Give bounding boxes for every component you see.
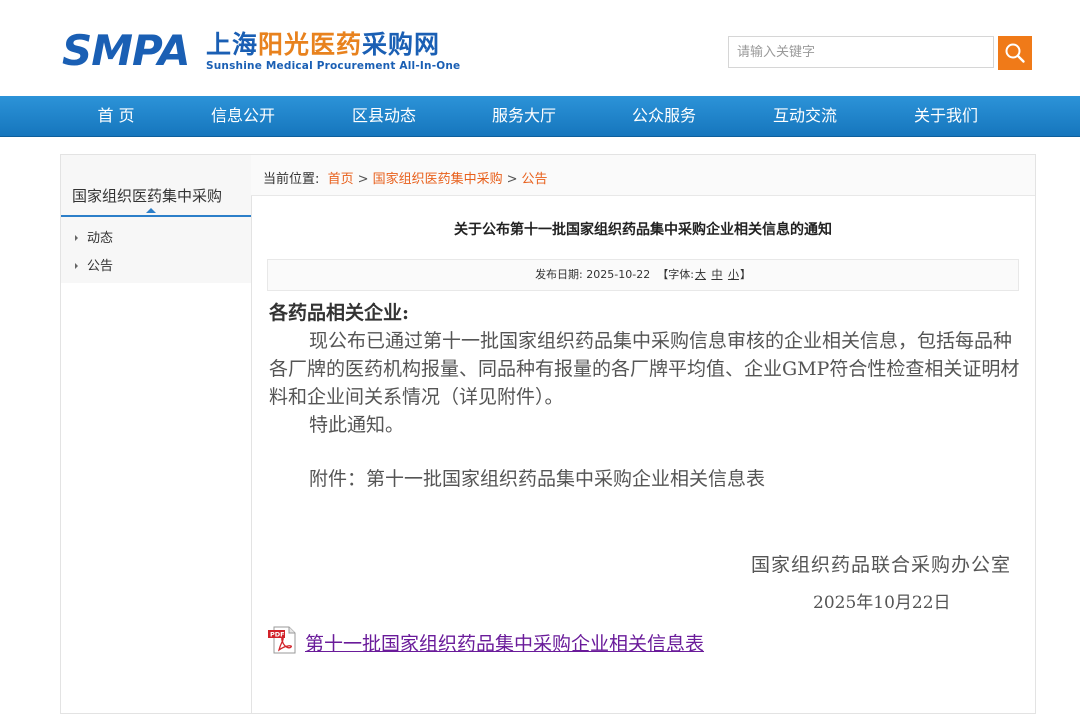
breadcrumb-prefix: 当前位置: <box>263 172 320 187</box>
breadcrumb-bar: 当前位置: 首页 > 国家组织医药集中采购 > 公告 <box>251 155 1035 196</box>
nav-item-about-us[interactable]: 关于我们 <box>891 96 1001 136</box>
sidebar-item-label: 动态 <box>87 231 114 246</box>
signature: 国家组织药品联合采购办公室 <box>750 554 1011 576</box>
pdf-file-icon: PDF <box>268 626 296 654</box>
site-logo[interactable]: SMPA 上海阳光医药采购网 Sunshine Medical Procurem… <box>62 26 482 75</box>
font-size-suffix: 】 <box>739 268 751 281</box>
logo-mark: SMPA <box>62 26 190 75</box>
nav-item-public-service[interactable]: 公众服务 <box>609 96 719 136</box>
publish-date-label: 发布日期: <box>535 268 583 281</box>
search-input[interactable] <box>728 36 994 68</box>
sidebar-header: 国家组织医药集中采购 <box>61 155 251 217</box>
logo-cn-part1: 上海 <box>206 30 259 59</box>
article-meta: 发布日期: 2025-10-22 【字体:大 中 小】 <box>267 259 1019 291</box>
attachment-note: 附件：第十一批国家组织药品集中采购企业相关信息表 <box>309 468 766 490</box>
logo-cn-part3: 采购网 <box>362 30 441 59</box>
font-size-medium-link[interactable]: 中 <box>711 268 722 281</box>
font-size-label: 【字体: <box>657 268 694 281</box>
sidebar: 国家组织医药集中采购 动态 公告 <box>61 155 252 713</box>
nav-item-info-disclosure[interactable]: 信息公开 <box>188 96 298 136</box>
logo-english-name: Sunshine Medical Procurement All-In-One <box>206 60 461 72</box>
font-size-large-link[interactable]: 大 <box>695 268 706 281</box>
publish-date: 2025-10-22 <box>586 268 651 281</box>
breadcrumb: 当前位置: 首页 > 国家组织医药集中采购 > 公告 <box>263 168 548 187</box>
sidebar-active-indicator <box>146 208 156 213</box>
main-nav: 首 页 信息公开 区县动态 服务大厅 公众服务 互动交流 关于我们 <box>0 96 1080 137</box>
sidebar-item-announcements[interactable]: 公告 <box>75 255 113 274</box>
search-icon <box>1005 43 1025 63</box>
nav-item-service-hall[interactable]: 服务大厅 <box>469 96 579 136</box>
breadcrumb-separator: > <box>506 172 518 187</box>
sidebar-item-news[interactable]: 动态 <box>75 227 113 246</box>
breadcrumb-section[interactable]: 国家组织医药集中采购 <box>373 172 503 187</box>
nav-item-interaction[interactable]: 互动交流 <box>750 96 860 136</box>
notice-line: 特此通知。 <box>309 414 405 436</box>
content-container: 国家组织医药集中采购 动态 公告 当前位置: 首页 > 国家组织医药集中采购 > 公告 … <box>60 154 1036 714</box>
article-title: 关于公布第十一批国家组织药品集中采购企业相关信息的通知 <box>454 222 832 238</box>
nav-item-district-news[interactable]: 区县动态 <box>329 96 439 136</box>
search-box <box>728 36 1032 70</box>
bullet-icon <box>75 262 78 269</box>
site-header: SMPA 上海阳光医药采购网 Sunshine Medical Procurem… <box>0 0 1080 96</box>
attachment-link-text[interactable]: 第十一批国家组织药品集中采购企业相关信息表 <box>305 629 704 656</box>
font-size-small-link[interactable]: 小 <box>728 268 739 281</box>
sidebar-item-label: 公告 <box>87 259 114 274</box>
nav-item-home[interactable]: 首 页 <box>61 96 171 136</box>
sidebar-title: 国家组织医药集中采购 <box>72 187 223 205</box>
search-button[interactable] <box>998 36 1032 70</box>
main-content: 当前位置: 首页 > 国家组织医药集中采购 > 公告 关于公布第十一批国家组织药品集中采… <box>251 155 1035 713</box>
bullet-icon <box>75 234 78 241</box>
signature-date: 2025年10月22日 <box>813 593 951 613</box>
logo-cn-part2: 阳光医药 <box>258 30 363 59</box>
logo-chinese-name: 上海阳光医药采购网 <box>206 30 440 60</box>
breadcrumb-home[interactable]: 首页 <box>328 172 354 187</box>
breadcrumb-separator: > <box>357 172 369 187</box>
salutation: 各药品相关企业: <box>269 302 410 324</box>
body-paragraph: 现公布已通过第十一批国家组织药品集中采购信息审核的企业相关信息，包括每品种各厂牌… <box>269 330 1020 408</box>
sidebar-list: 动态 公告 <box>61 217 251 283</box>
breadcrumb-current[interactable]: 公告 <box>522 172 548 187</box>
